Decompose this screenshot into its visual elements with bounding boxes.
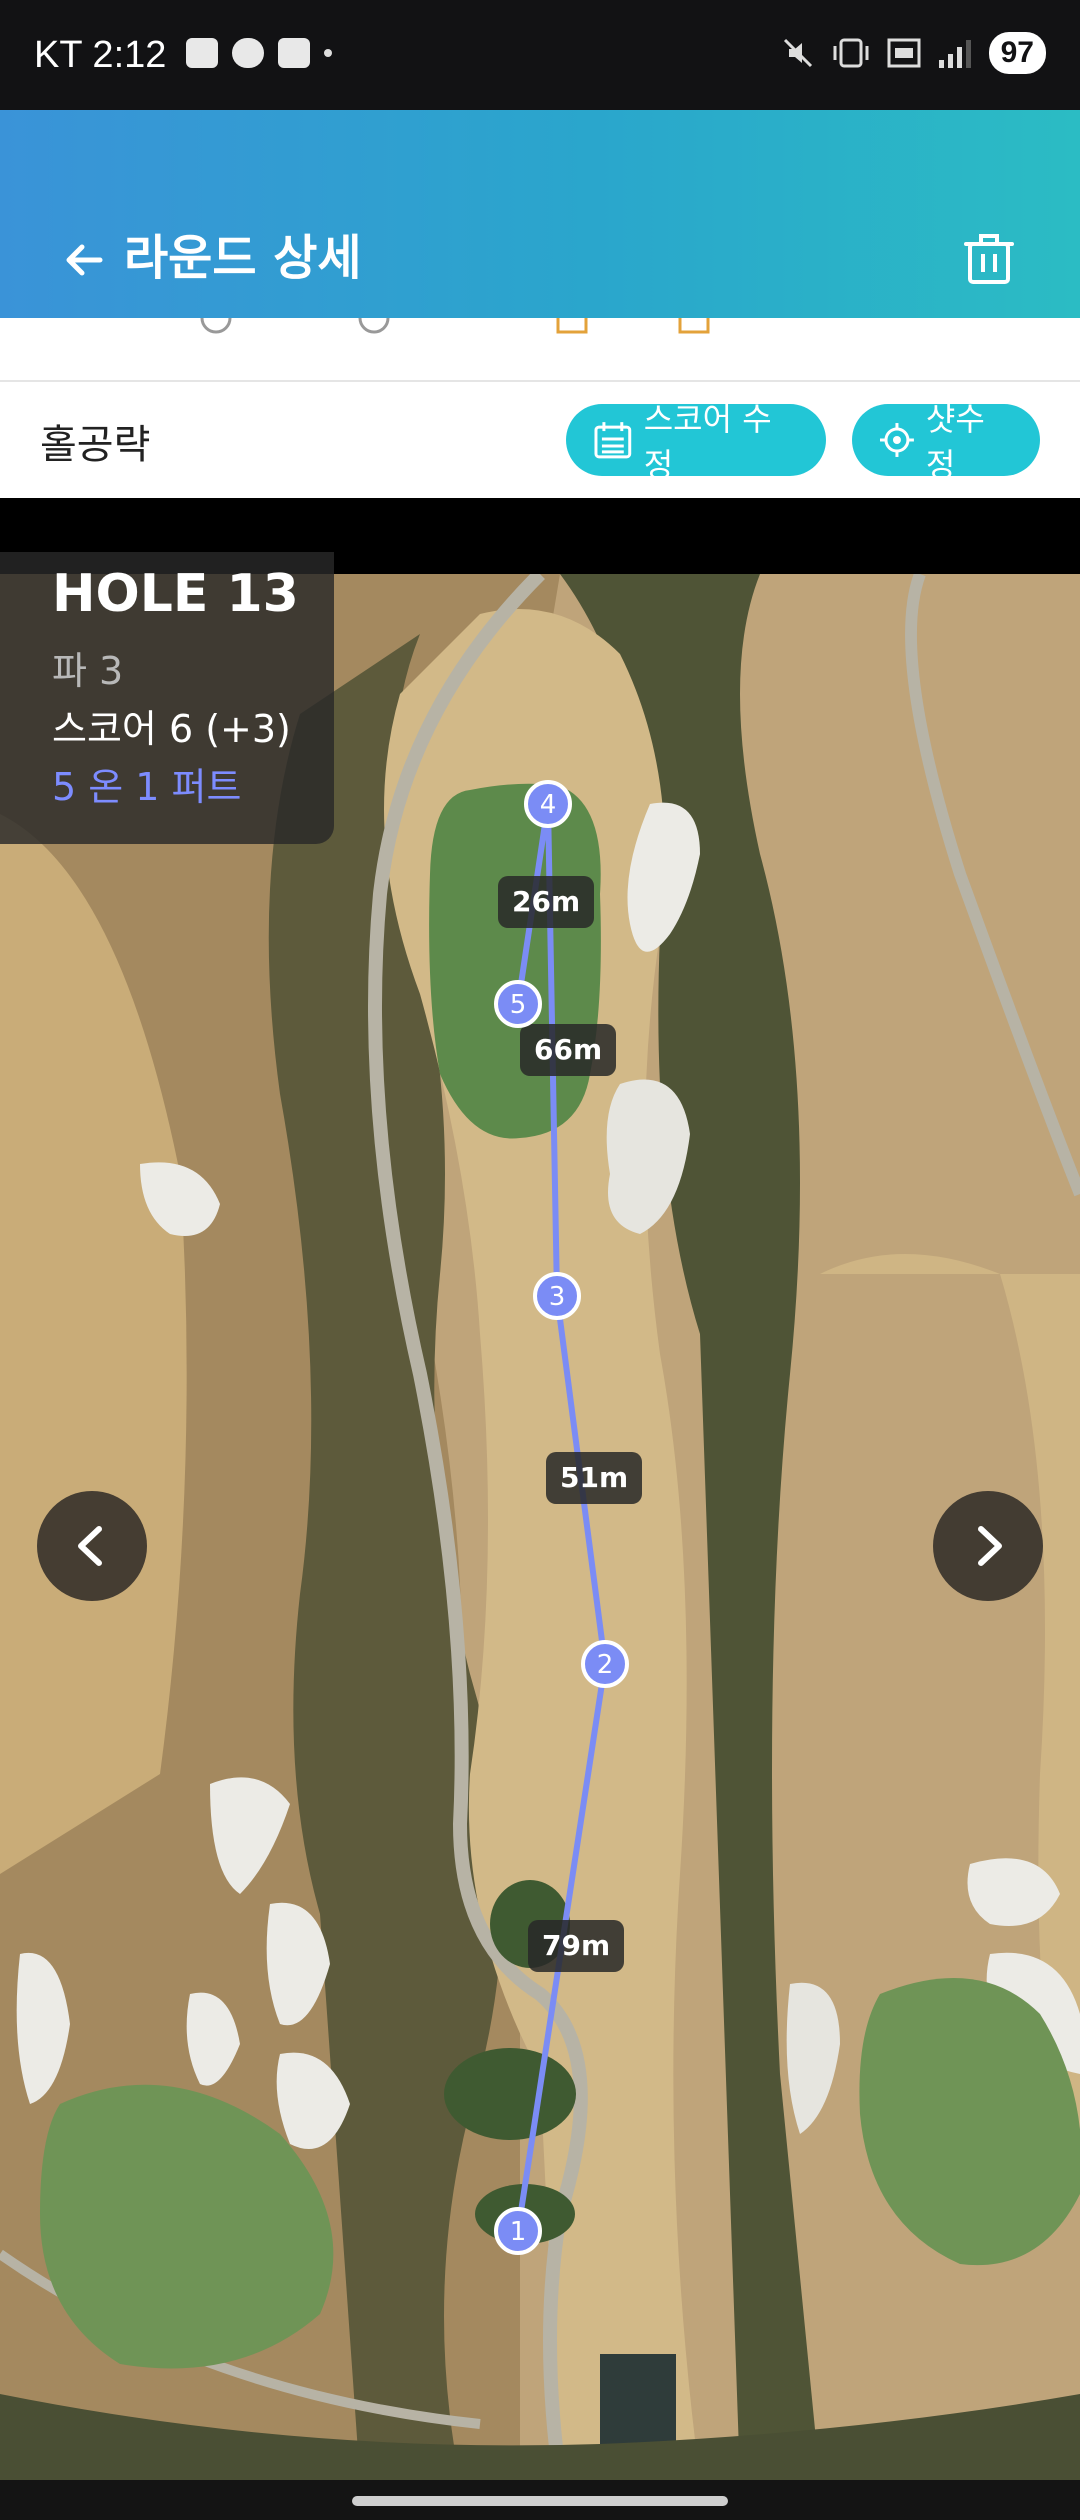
- hole-gir-putts: 5 온 1 퍼트: [52, 765, 242, 809]
- lte-icon: [887, 38, 921, 68]
- previous-hole-button[interactable]: [37, 1491, 147, 1601]
- battery-level: 97: [988, 32, 1046, 74]
- calendar-icon: [594, 422, 632, 459]
- shot-edit-button[interactable]: 샷수정: [852, 400, 1040, 484]
- shot-marker[interactable]: 3: [531, 1270, 583, 1322]
- distance-label: 51m: [546, 1452, 643, 1504]
- status-right-icons: 97: [781, 32, 1046, 74]
- chevron-left-icon: [78, 1526, 102, 1566]
- hole-info-card: HOLE 13 파 3 스코어 6 (+3) 5 온 1 퍼트: [0, 552, 334, 844]
- shot-path: [515, 803, 609, 2232]
- shot-number: 5: [510, 990, 527, 1020]
- shot-marker[interactable]: 2: [579, 1638, 631, 1690]
- next-hole-button[interactable]: [933, 1491, 1043, 1601]
- shot-edit-label: 샷수정: [925, 400, 985, 484]
- mute-icon: [783, 38, 812, 68]
- hole-score: 스코어 6 (+3): [52, 707, 291, 751]
- screenshot-icon: [186, 38, 218, 68]
- legend-icons: [200, 318, 710, 334]
- target-icon: [879, 423, 914, 457]
- status-bar: KT 2:12 97: [0, 0, 1080, 110]
- trash-icon[interactable]: [956, 226, 1022, 292]
- people-icon: [278, 38, 310, 68]
- shot-marker[interactable]: 4: [522, 778, 574, 830]
- dot-icon: [324, 49, 332, 57]
- chat-icon: [232, 38, 264, 68]
- distance-label: 26m: [498, 876, 595, 928]
- vibrate-icon: [833, 38, 869, 68]
- status-time: KT 2:12: [34, 34, 167, 76]
- hole-par: 파 3: [52, 649, 124, 693]
- gesture-bar: [0, 2480, 1080, 2520]
- shot-number: 4: [540, 790, 557, 820]
- score-edit-button[interactable]: 스코어 수정: [566, 400, 826, 484]
- strategy-title: 홀공략: [40, 422, 151, 468]
- distance-label: 79m: [528, 1920, 625, 1972]
- shot-marker[interactable]: 5: [492, 978, 544, 1030]
- score-edit-label: 스코어 수정: [643, 400, 772, 484]
- hole-title: HOLE 13: [52, 564, 299, 624]
- chevron-right-icon: [978, 1526, 1002, 1566]
- hole-strategy-bar: 홀공략 스코어 수정 샷수정: [0, 382, 1080, 498]
- shot-marker[interactable]: 1: [492, 2205, 544, 2257]
- shot-number: 3: [549, 1282, 566, 1312]
- home-indicator[interactable]: [352, 2496, 728, 2506]
- course-map[interactable]: 79m 51m 66m 26m 1 2 3 4 5: [0, 574, 1080, 2480]
- status-left-icons: [186, 38, 332, 68]
- legend-strip: [0, 318, 1080, 382]
- signal-icon: [938, 40, 971, 68]
- app-bar: 라운드 상세: [0, 110, 1080, 318]
- shot-number: 2: [597, 1650, 614, 1680]
- shot-number: 1: [510, 2217, 527, 2247]
- distance-label: 66m: [520, 1024, 617, 1076]
- arrow-left-icon[interactable]: [60, 236, 108, 284]
- page-title: 라운드 상세: [124, 230, 362, 286]
